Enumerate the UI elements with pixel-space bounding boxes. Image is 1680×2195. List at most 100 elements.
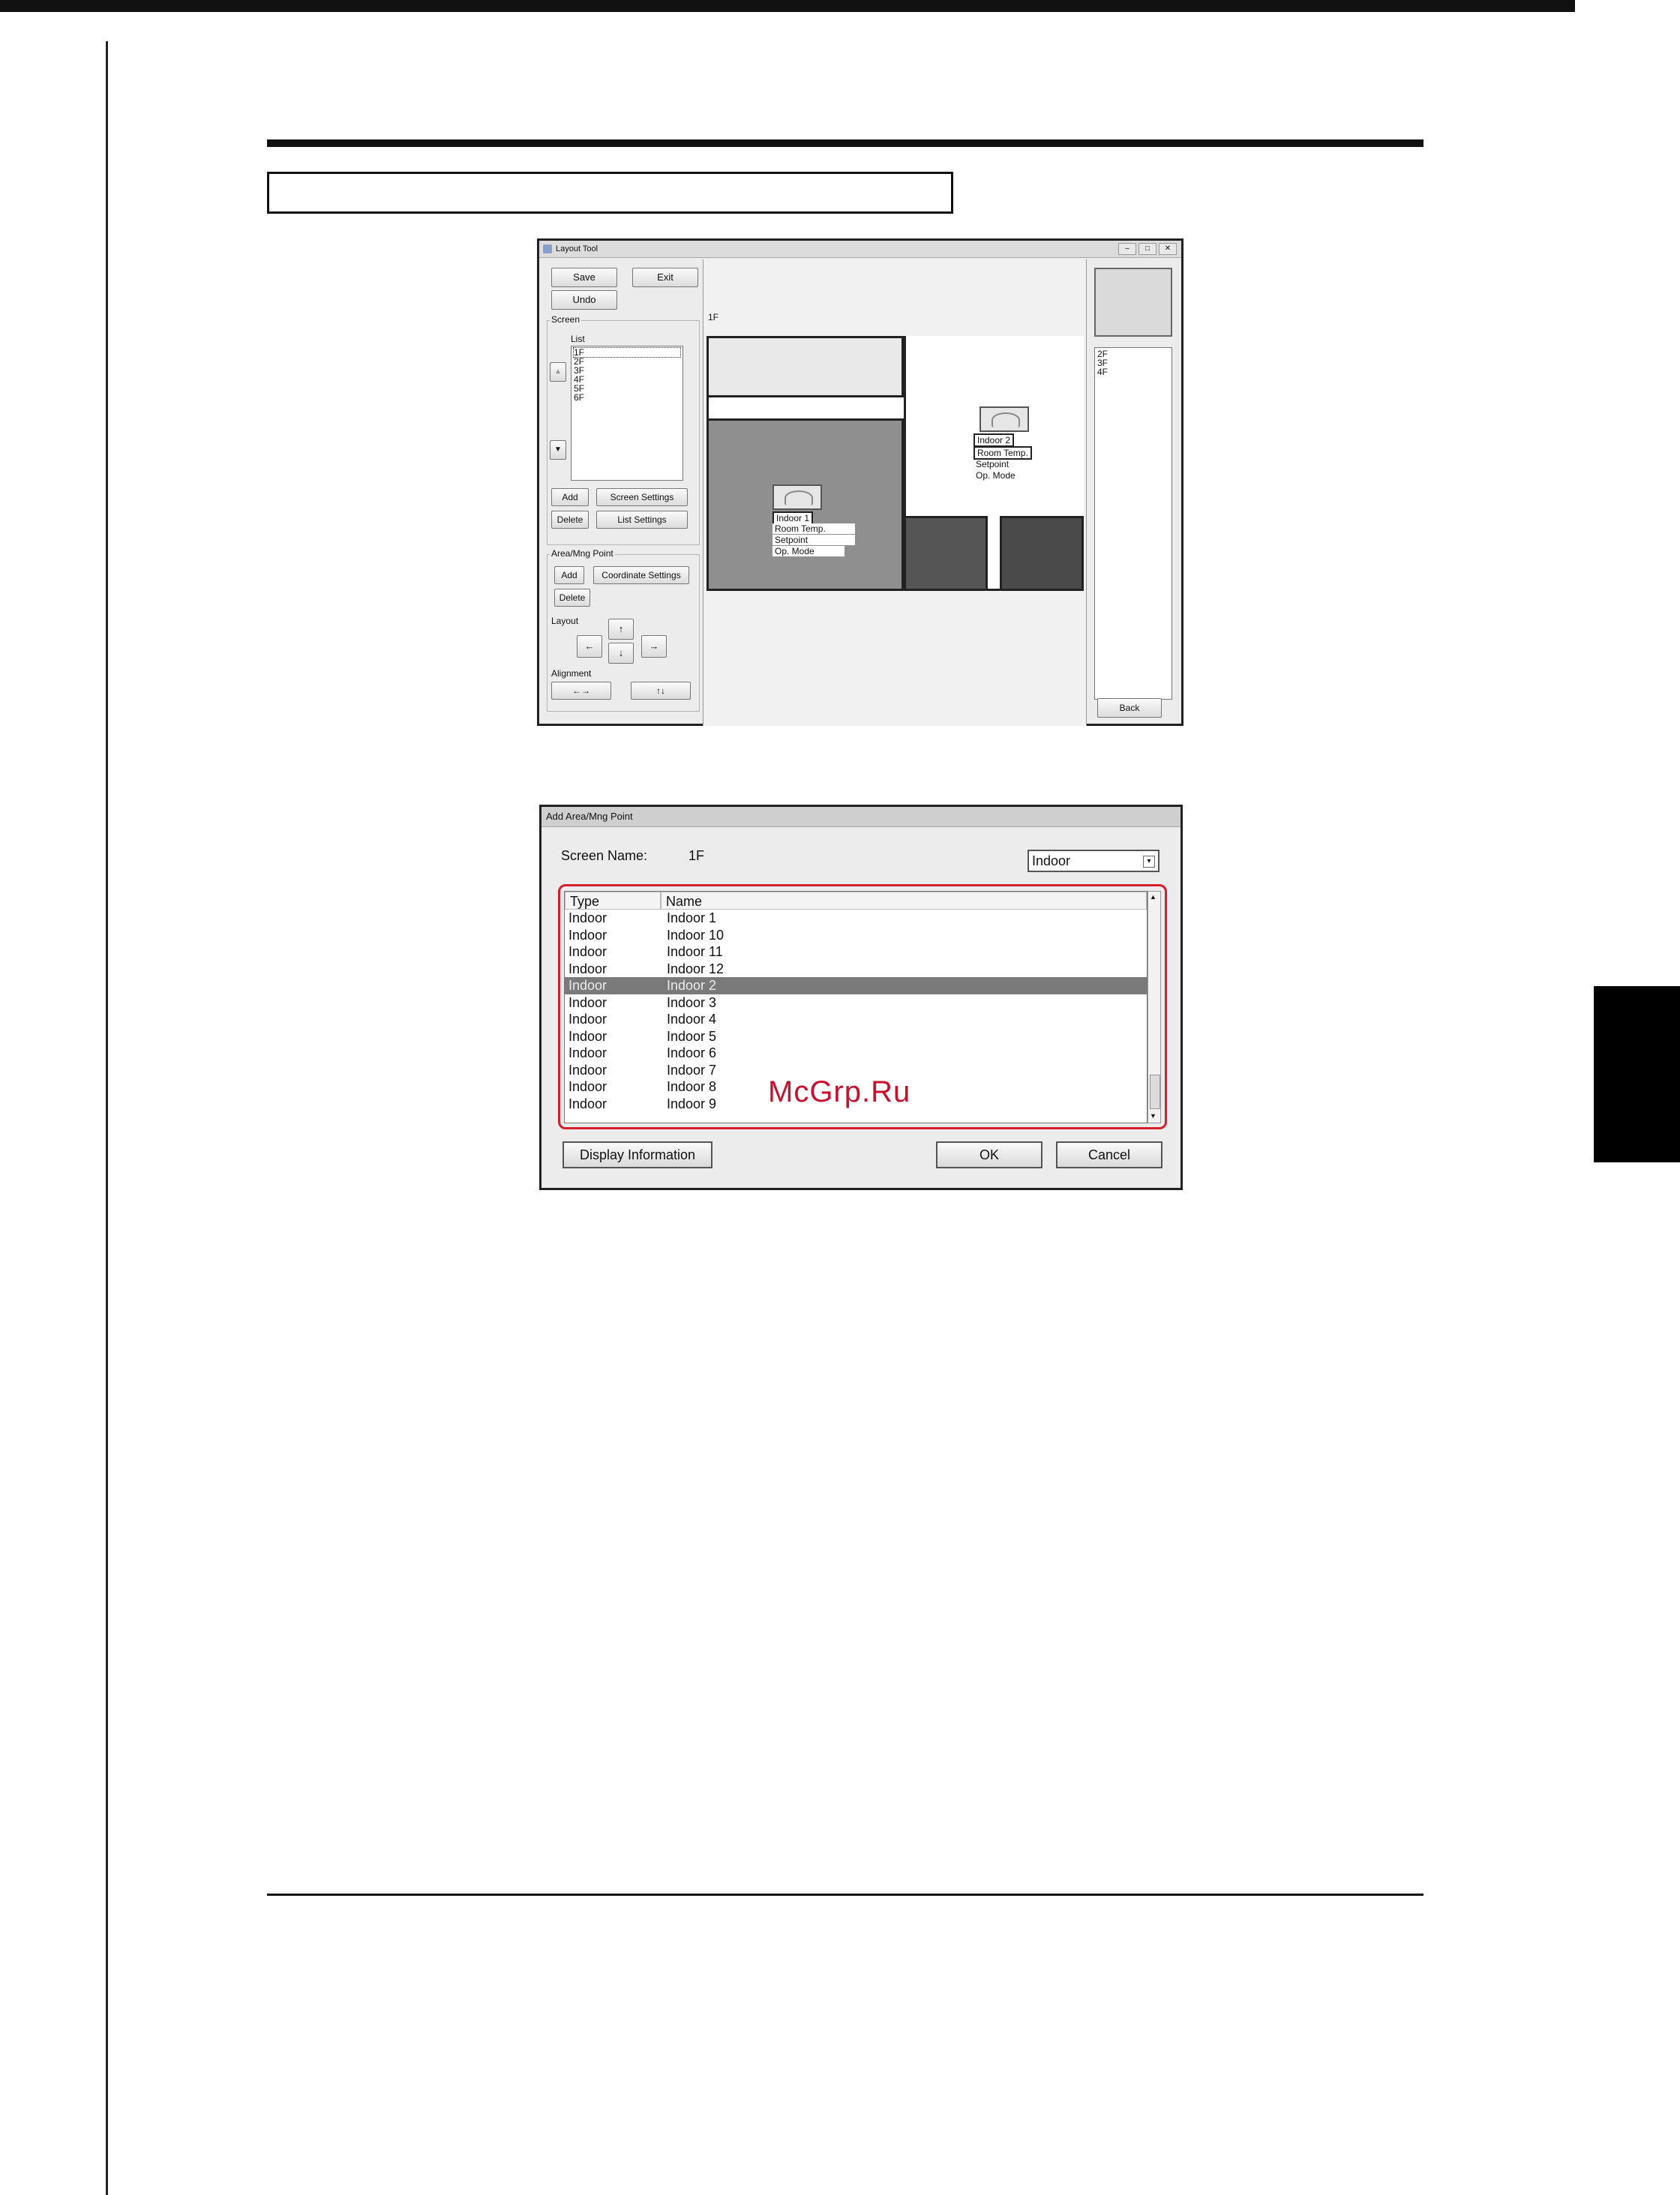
list-item[interactable]: 1F — [573, 347, 681, 358]
layout-tool-titlebar: Layout Tool – □ ✕ — [539, 241, 1181, 258]
table-row[interactable]: Indoor Indoor 10 — [565, 927, 1147, 944]
preview-thumbnail[interactable] — [1094, 268, 1172, 337]
layout-label: Layout — [551, 616, 579, 626]
layout-canvas[interactable]: 1F Indoor 1 Room Temp. Setpoint Op. Mode… — [703, 259, 1087, 726]
column-header-name[interactable]: Name — [661, 892, 1147, 910]
close-icon[interactable]: ✕ — [1159, 243, 1177, 255]
device-1-room-temp-tag[interactable]: Room Temp. — [772, 523, 855, 534]
window-title: Layout Tool — [556, 244, 598, 253]
cell-name: Indoor 11 — [667, 944, 723, 959]
move-down-button[interactable]: ▼ — [550, 440, 566, 460]
exit-button[interactable]: Exit — [632, 268, 698, 287]
list-item[interactable]: 5F — [574, 384, 680, 393]
cell-type: Indoor — [568, 978, 608, 993]
top-rule — [0, 0, 1575, 12]
floor-plan-corridor — [706, 336, 904, 397]
layout-tool-window: Layout Tool – □ ✕ Save Exit Undo Screen … — [537, 238, 1184, 726]
indoor-unit-2-icon[interactable] — [980, 406, 1029, 432]
bottom-rule — [267, 1894, 1424, 1896]
list-item[interactable]: 2F — [1097, 349, 1169, 358]
table-row[interactable]: Indoor Indoor 1 — [565, 910, 1147, 927]
column-header-type[interactable]: Type — [565, 892, 661, 910]
cell-name: Indoor 8 — [667, 1079, 717, 1094]
list-item[interactable]: 4F — [574, 375, 680, 384]
device-1-op-mode-tag[interactable]: Op. Mode — [772, 546, 844, 556]
cell-name: Indoor 9 — [667, 1096, 717, 1111]
sub-screen-list[interactable]: 2F 3F 4F — [1094, 347, 1172, 700]
device-2-name-tag[interactable]: Indoor 2 — [974, 433, 1015, 447]
cell-name: Indoor 10 — [667, 927, 724, 943]
cell-name: Indoor 4 — [667, 1012, 717, 1027]
align-horizontal-button[interactable]: ←→ — [551, 682, 611, 700]
maximize-icon[interactable]: □ — [1138, 243, 1156, 255]
area-add-button[interactable]: Add — [554, 566, 584, 584]
table-row[interactable]: Indoor Indoor 3 — [565, 994, 1147, 1012]
device-2-room-temp-tag[interactable]: Room Temp. — [974, 446, 1032, 460]
screen-settings-button[interactable]: Screen Settings — [596, 488, 688, 506]
area-group-title: Area/Mng Point — [550, 548, 615, 559]
back-button[interactable]: Back — [1097, 698, 1162, 718]
arrow-left-button[interactable]: ← — [577, 635, 602, 658]
arrow-down-button[interactable]: ↓ — [608, 643, 634, 664]
dialog-titlebar: Add Area/Mng Point — [542, 807, 1180, 827]
table-row[interactable]: Indoor Indoor 6 — [565, 1045, 1147, 1062]
arrow-right-button[interactable]: → — [641, 635, 667, 658]
scroll-down-icon[interactable]: ▼ — [1150, 1112, 1156, 1120]
table-row[interactable]: Indoor Indoor 12 — [565, 961, 1147, 978]
cell-name: Indoor 7 — [667, 1062, 717, 1078]
cell-name: Indoor 2 — [667, 978, 717, 993]
table-scrollbar[interactable]: ▲ ▼ — [1148, 891, 1161, 1123]
arrow-up-button[interactable]: ↑ — [608, 619, 634, 640]
screen-delete-button[interactable]: Delete — [551, 511, 589, 529]
list-item[interactable]: 4F — [1097, 367, 1169, 376]
device-1-setpoint-tag[interactable]: Setpoint — [772, 535, 855, 545]
scrollbar-thumb[interactable] — [1150, 1075, 1160, 1109]
cell-name: Indoor 1 — [667, 910, 717, 925]
indoor-unit-1-icon[interactable] — [772, 484, 822, 510]
undo-button[interactable]: Undo — [551, 290, 617, 310]
screen-name-label: Screen Name: — [561, 848, 648, 863]
table-row-selected[interactable]: Indoor Indoor 2 — [565, 977, 1147, 994]
dialog-title: Add Area/Mng Point — [546, 811, 633, 822]
list-label: List — [571, 334, 585, 344]
cell-type: Indoor — [568, 1079, 608, 1094]
chevron-down-icon[interactable]: ▾ — [1143, 856, 1155, 868]
cell-type: Indoor — [568, 1096, 608, 1111]
type-filter-dropdown[interactable]: Indoor ▾ — [1028, 850, 1160, 872]
list-item[interactable]: 6F — [574, 393, 680, 402]
table-row[interactable]: Indoor Indoor 11 — [565, 943, 1147, 961]
watermark: McGrp.Ru — [768, 1075, 911, 1108]
add-area-mng-point-dialog: Add Area/Mng Point Screen Name: 1F Indoo… — [539, 805, 1183, 1190]
cell-type: Indoor — [568, 961, 608, 976]
device-2-setpoint-tag[interactable]: Setpoint — [974, 459, 1011, 469]
floor-plan-room-4 — [1000, 516, 1084, 591]
area-delete-button[interactable]: Delete — [554, 589, 590, 607]
list-item[interactable]: 2F — [574, 357, 680, 366]
table-row[interactable]: Indoor Indoor 5 — [565, 1028, 1147, 1045]
floor-plan-room-3 — [904, 516, 988, 591]
move-up-button[interactable]: ▲ — [550, 362, 566, 382]
save-button[interactable]: Save — [551, 268, 617, 287]
cell-name: Indoor 3 — [667, 994, 717, 1010]
window-controls: – □ ✕ — [1118, 243, 1177, 255]
align-vertical-button[interactable]: ↑↓ — [631, 682, 691, 700]
display-information-button[interactable]: Display Information — [562, 1141, 712, 1168]
section-title-box — [267, 172, 953, 214]
ok-button[interactable]: OK — [936, 1141, 1042, 1168]
scroll-up-icon[interactable]: ▲ — [1150, 893, 1156, 901]
list-item[interactable]: 3F — [574, 366, 680, 375]
cell-name: Indoor 6 — [667, 1045, 717, 1060]
cell-type: Indoor — [568, 1028, 608, 1044]
screen-list[interactable]: 1F 2F 3F 4F 5F 6F — [571, 346, 683, 481]
minimize-icon[interactable]: – — [1118, 243, 1136, 255]
screen-add-button[interactable]: Add — [551, 488, 589, 506]
cell-name: Indoor 5 — [667, 1028, 717, 1044]
device-2-op-mode-tag[interactable]: Op. Mode — [974, 470, 1018, 481]
cell-name: Indoor 12 — [667, 961, 724, 976]
coordinate-settings-button[interactable]: Coordinate Settings — [593, 566, 689, 584]
cell-type: Indoor — [568, 927, 608, 943]
list-item[interactable]: 3F — [1097, 358, 1169, 367]
list-settings-button[interactable]: List Settings — [596, 511, 688, 529]
cancel-button[interactable]: Cancel — [1056, 1141, 1162, 1168]
table-row[interactable]: Indoor Indoor 4 — [565, 1011, 1147, 1028]
